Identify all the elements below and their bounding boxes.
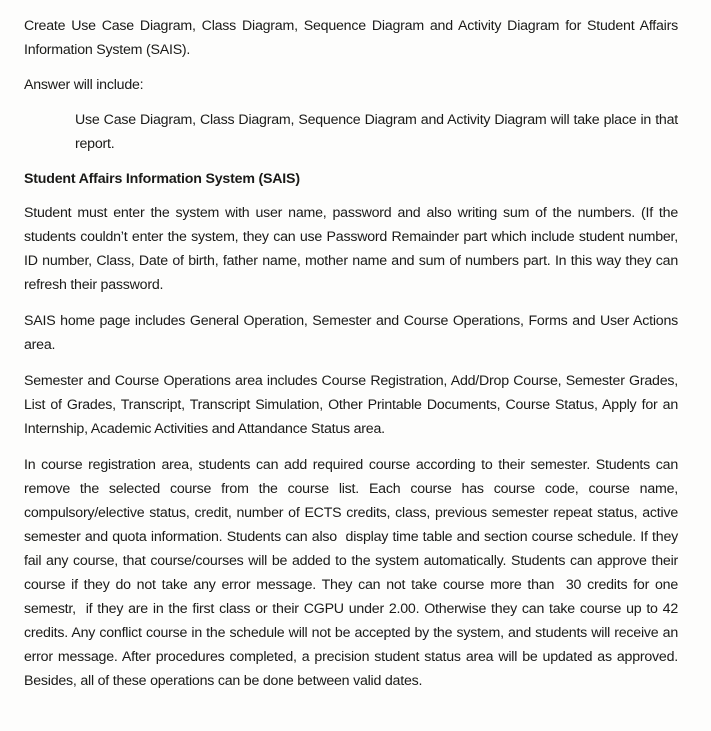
- answer-detail-paragraph: Use Case Diagram, Class Diagram, Sequenc…: [75, 112, 682, 152]
- document-page: Create Use Case Diagram, Class Diagram, …: [0, 0, 711, 731]
- semester-operations-paragraph: Semester and Course Operations area incl…: [24, 373, 682, 437]
- section-heading: Student Affairs Information System (SAIS…: [24, 171, 300, 187]
- login-paragraph: Student must enter the system with user …: [24, 205, 682, 293]
- prompt-paragraph: Create Use Case Diagram, Class Diagram, …: [24, 18, 682, 58]
- course-registration-paragraph: In course registration area, students ca…: [24, 457, 682, 689]
- answer-intro-paragraph: Answer will include:: [24, 77, 144, 93]
- home-page-paragraph: SAIS home page includes General Operatio…: [24, 313, 682, 353]
